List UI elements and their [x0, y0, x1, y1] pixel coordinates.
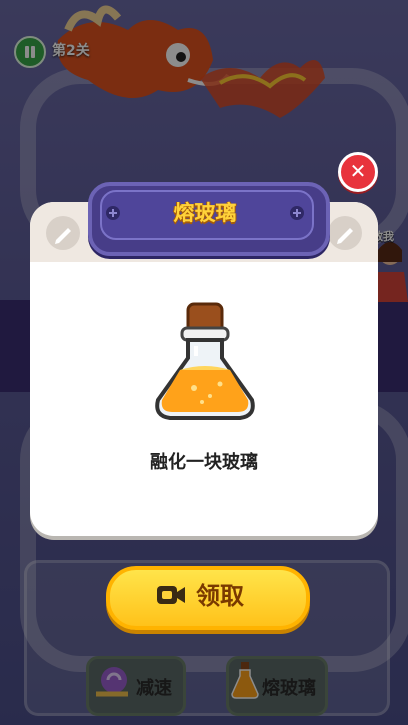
dialog-title: 熔玻璃 — [173, 201, 237, 225]
pencil-icon — [328, 216, 362, 250]
item-description: 融化一块玻璃 — [150, 452, 258, 473]
close-button[interactable]: ✕ — [338, 152, 378, 192]
close-icon: ✕ — [349, 159, 367, 183]
video-camera-icon — [157, 586, 185, 604]
pencil-icon — [46, 216, 80, 250]
claim-button-label: 领取 — [196, 582, 244, 610]
potion-flask-icon — [155, 302, 255, 420]
